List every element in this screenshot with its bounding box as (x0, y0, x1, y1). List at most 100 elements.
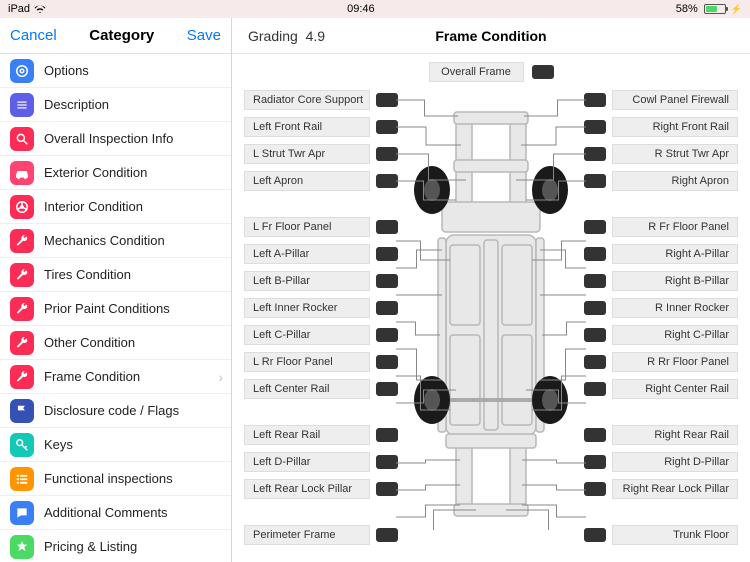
frame-status-square[interactable] (584, 93, 606, 107)
frame-status-square[interactable] (584, 355, 606, 369)
overall-frame-status[interactable] (532, 65, 554, 79)
frame-status-square[interactable] (376, 382, 398, 396)
sidebar-item-description[interactable]: Description (0, 88, 231, 122)
sidebar-item-label: Disclosure code / Flags (44, 403, 179, 418)
sidebar-item-label: Overall Inspection Info (44, 131, 173, 146)
frame-label-r-fr-floor-panel[interactable]: R Fr Floor Panel (584, 217, 738, 237)
frame-label-r-strut-twr-apr[interactable]: R Strut Twr Apr (584, 144, 738, 164)
frame-label-text: Left Rear Lock Pillar (244, 479, 370, 499)
frame-label-right-center-rail[interactable]: Right Center Rail (584, 379, 738, 399)
frame-status-square[interactable] (376, 174, 398, 188)
sidebar-item-keys[interactable]: Keys (0, 428, 231, 462)
sidebar-item-mechanics-condition[interactable]: Mechanics Condition (0, 224, 231, 258)
sidebar-item-label: Description (44, 97, 109, 112)
frame-label-left-front-rail[interactable]: Left Front Rail (244, 117, 398, 137)
frame-label-left-d-pillar[interactable]: Left D-Pillar (244, 452, 398, 472)
frame-label-left-b-pillar[interactable]: Left B-Pillar (244, 271, 398, 291)
frame-label-right-a-pillar[interactable]: Right A-Pillar (584, 244, 738, 264)
description-icon (10, 93, 34, 117)
frame-status-square[interactable] (584, 120, 606, 134)
sidebar-item-label: Frame Condition (44, 369, 140, 384)
frame-status-square[interactable] (376, 120, 398, 134)
frame-status-square[interactable] (376, 482, 398, 496)
overall-frame-label[interactable]: Overall Frame (429, 62, 524, 82)
key-icon (10, 433, 34, 457)
frame-status-square[interactable] (376, 274, 398, 288)
frame-status-square[interactable] (584, 220, 606, 234)
main-header: Grading 4.9 Frame Condition (232, 18, 750, 54)
frame-label-right-apron[interactable]: Right Apron (584, 171, 738, 191)
frame-label-right-rear-lock-pillar[interactable]: Right Rear Lock Pillar (584, 479, 738, 499)
frame-status-square[interactable] (584, 247, 606, 261)
cancel-button[interactable]: Cancel (10, 27, 57, 44)
frame-status-square[interactable] (584, 482, 606, 496)
sidebar: Cancel Category Save Options Description O… (0, 18, 232, 562)
frame-status-square[interactable] (376, 455, 398, 469)
battery-icon (704, 4, 726, 14)
frame-status-square[interactable] (584, 428, 606, 442)
frame-status-square[interactable] (376, 220, 398, 234)
frame-label-l-rr-floor-panel[interactable]: L Rr Floor Panel (244, 352, 398, 372)
frame-label-left-inner-rocker[interactable]: Left Inner Rocker (244, 298, 398, 318)
sidebar-item-options[interactable]: Options (0, 54, 231, 88)
frame-status-square[interactable] (376, 247, 398, 261)
frame-label-r-rr-floor-panel[interactable]: R Rr Floor Panel (584, 352, 738, 372)
frame-status-square[interactable] (376, 528, 398, 542)
frame-status-square[interactable] (584, 382, 606, 396)
frame-status-square[interactable] (376, 428, 398, 442)
frame-status-square[interactable] (584, 328, 606, 342)
sidebar-item-pricing-listing[interactable]: Pricing & Listing (0, 530, 231, 562)
sidebar-item-disclosure-code-flags[interactable]: Disclosure code / Flags (0, 394, 231, 428)
frame-status-square[interactable] (584, 174, 606, 188)
frame-status-square[interactable] (376, 147, 398, 161)
frame-label-left-rear-rail[interactable]: Left Rear Rail (244, 425, 398, 445)
sidebar-header: Cancel Category Save (0, 18, 231, 54)
frame-label-r-inner-rocker[interactable]: R Inner Rocker (584, 298, 738, 318)
sidebar-item-overall-inspection-info[interactable]: Overall Inspection Info (0, 122, 231, 156)
frame-label-left-a-pillar[interactable]: Left A-Pillar (244, 244, 398, 264)
inspection-icon (10, 127, 34, 151)
frame-status-square[interactable] (376, 328, 398, 342)
frame-label-right-d-pillar[interactable]: Right D-Pillar (584, 452, 738, 472)
wifi-icon (34, 5, 46, 13)
frame-label-left-apron[interactable]: Left Apron (244, 171, 398, 191)
frame-label-radiator-core-support[interactable]: Radiator Core Support (244, 90, 398, 110)
sidebar-item-label: Keys (44, 437, 73, 452)
frame-status-square[interactable] (584, 147, 606, 161)
frame-status-square[interactable] (584, 455, 606, 469)
sidebar-item-tires-condition[interactable]: Tires Condition (0, 258, 231, 292)
sidebar-item-interior-condition[interactable]: Interior Condition (0, 190, 231, 224)
frame-label-l-strut-twr-apr[interactable]: L Strut Twr Apr (244, 144, 398, 164)
frame-label-right-front-rail[interactable]: Right Front Rail (584, 117, 738, 137)
frame-status-square[interactable] (376, 301, 398, 315)
device-label: iPad (8, 3, 30, 15)
frame-label-trunk-floor[interactable]: Trunk Floor (584, 525, 738, 545)
frame-label-left-center-rail[interactable]: Left Center Rail (244, 379, 398, 399)
sidebar-item-prior-paint-conditions[interactable]: Prior Paint Conditions (0, 292, 231, 326)
frame-label-perimeter-frame[interactable]: Perimeter Frame (244, 525, 398, 545)
frame-label-right-b-pillar[interactable]: Right B-Pillar (584, 271, 738, 291)
frame-label-right-c-pillar[interactable]: Right C-Pillar (584, 325, 738, 345)
frame-label-right-rear-rail[interactable]: Right Rear Rail (584, 425, 738, 445)
frame-status-square[interactable] (584, 301, 606, 315)
sidebar-item-additional-comments[interactable]: Additional Comments (0, 496, 231, 530)
sidebar-item-label: Interior Condition (44, 199, 143, 214)
frame-label-l-fr-floor-panel[interactable]: L Fr Floor Panel (244, 217, 398, 237)
sidebar-item-functional-inspections[interactable]: Functional inspections (0, 462, 231, 496)
frame-label-text: Left Inner Rocker (244, 298, 370, 318)
frame-status-square[interactable] (584, 528, 606, 542)
sidebar-item-other-condition[interactable]: Other Condition (0, 326, 231, 360)
frame-status-square[interactable] (584, 274, 606, 288)
frame-label-cowl-panel-firewall[interactable]: Cowl Panel Firewall (584, 90, 738, 110)
sidebar-item-exterior-condition[interactable]: Exterior Condition (0, 156, 231, 190)
sidebar-item-frame-condition[interactable]: Frame Condition› (0, 360, 231, 394)
frame-status-square[interactable] (376, 355, 398, 369)
frame-status-square[interactable] (376, 93, 398, 107)
frame-label-text: L Fr Floor Panel (244, 217, 370, 237)
sidebar-item-label: Mechanics Condition (44, 233, 165, 248)
frame-label-left-c-pillar[interactable]: Left C-Pillar (244, 325, 398, 345)
sidebar-item-label: Other Condition (44, 335, 135, 350)
sidebar-item-label: Additional Comments (44, 505, 168, 520)
frame-label-left-rear-lock-pillar[interactable]: Left Rear Lock Pillar (244, 479, 398, 499)
save-button[interactable]: Save (187, 27, 221, 44)
